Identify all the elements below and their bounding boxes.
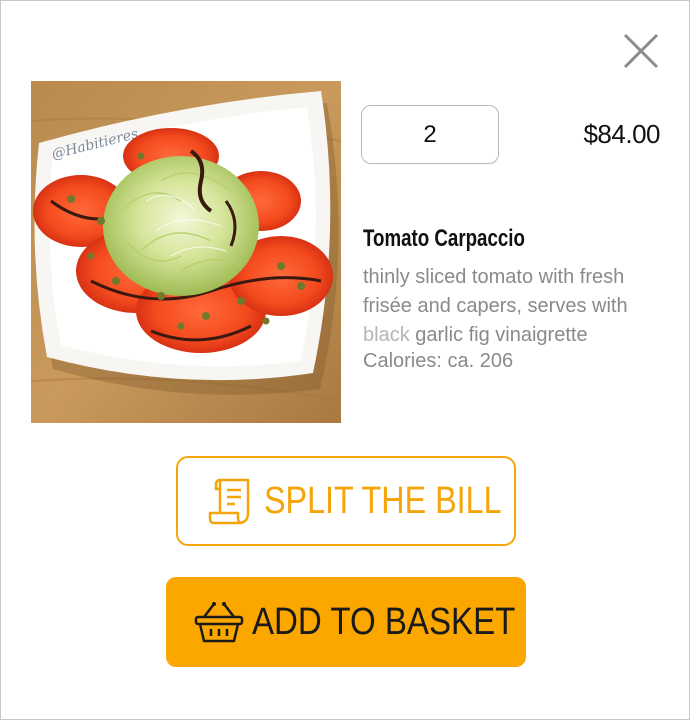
price-label: $84.00 bbox=[583, 119, 660, 149]
dish-photo: @Habitieres bbox=[31, 81, 341, 423]
calories-label: Calories: ca. 206 bbox=[363, 350, 514, 372]
product-dialog: @Habitieres 2 $84.00 Tomato Carpaccio th… bbox=[0, 0, 690, 720]
description-text-end: garlic fig vinaigrette bbox=[415, 324, 588, 346]
receipt-icon bbox=[208, 477, 252, 527]
close-button[interactable] bbox=[622, 32, 660, 70]
add-to-basket-button[interactable]: ADD TO BASKET bbox=[166, 577, 526, 667]
basket-icon bbox=[194, 601, 244, 643]
product-description: thinly sliced tomato with fresh frisée a… bbox=[363, 263, 663, 350]
split-bill-label: SPLIT THE BILL bbox=[264, 480, 502, 522]
add-to-basket-label: ADD TO BASKET bbox=[252, 601, 516, 643]
product-name: Tomato Carpaccio bbox=[363, 225, 525, 252]
description-highlight: black bbox=[363, 324, 410, 346]
split-bill-button[interactable]: SPLIT THE BILL bbox=[176, 456, 516, 546]
quantity-input[interactable] bbox=[361, 105, 499, 164]
close-icon bbox=[623, 33, 659, 69]
description-text: thinly sliced tomato with fresh frisée a… bbox=[363, 266, 628, 317]
